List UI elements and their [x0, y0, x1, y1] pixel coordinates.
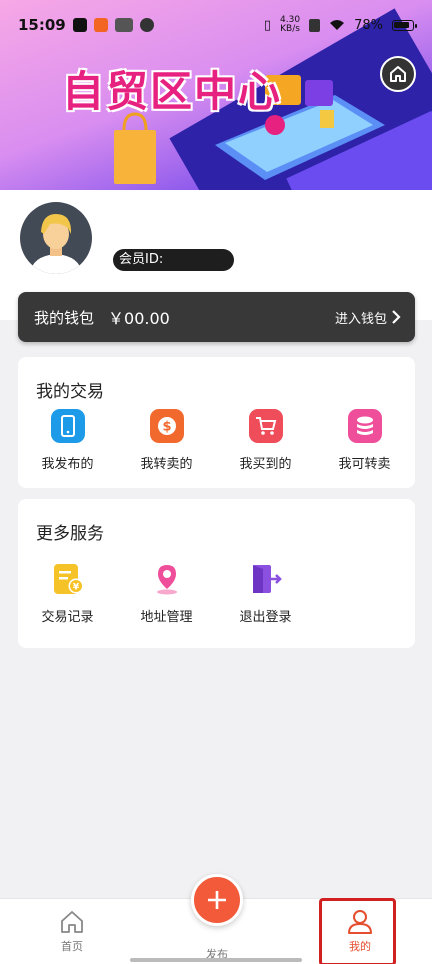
net-speed-unit: KB/s [280, 24, 300, 34]
vibrate-icon: ▯ [263, 17, 272, 33]
svg-text:$: $ [162, 420, 171, 435]
record-icon: ¥ [51, 562, 85, 596]
trade-item-resold[interactable]: $ 我转卖的 [117, 409, 216, 472]
banner-title: 自贸区中心 [62, 67, 283, 116]
trade-item-resellable[interactable]: 我可转卖 [315, 409, 414, 472]
svg-text:¥: ¥ [72, 583, 79, 593]
service-item-logout[interactable]: 退出登录 [216, 562, 315, 625]
trade-item-bought[interactable]: 我买到的 [216, 409, 315, 472]
trade-label: 我可转卖 [338, 457, 391, 472]
enter-wallet-link[interactable]: 进入钱包 [335, 308, 401, 327]
active-tab-highlight [319, 898, 396, 964]
trade-label: 我买到的 [239, 457, 292, 472]
shopping-bag-illustration [114, 112, 156, 184]
member-id-badge: 会员ID: [113, 249, 234, 271]
location-pin-icon [150, 562, 184, 596]
sim-icon [309, 18, 321, 32]
trade-item-published[interactable]: 我发布的 [18, 409, 117, 472]
service-label: 交易记录 [41, 610, 94, 625]
home-icon [390, 66, 406, 82]
tiktok-icon [72, 18, 87, 32]
wallet-bar[interactable]: 我的钱包 ￥00.00 进入钱包 [18, 292, 415, 342]
trade-label: 我发布的 [41, 457, 94, 472]
cart-icon [248, 409, 283, 443]
tab-home[interactable]: 首页 [32, 909, 112, 954]
service-item-address[interactable]: 地址管理 [117, 562, 216, 625]
wallet-label: 我的钱包 [34, 308, 95, 327]
app-notification-icon [93, 18, 108, 32]
enter-wallet-label: 进入钱包 [334, 311, 387, 327]
more-services-card: 更多服务 ¥ 交易记录 地址管理 退出登录 [18, 499, 415, 648]
service-label: 地址管理 [140, 610, 193, 625]
logout-icon [249, 562, 283, 596]
plus-icon [208, 891, 226, 909]
more-services-title: 更多服务 [36, 524, 104, 544]
status-bar: 15:09 ▯ 4.30 KB/s 78% [0, 0, 432, 50]
status-time: 15:09 [18, 16, 66, 34]
publish-button[interactable] [191, 874, 243, 926]
app-notification-icon [114, 18, 133, 32]
home-tab-icon [61, 911, 83, 933]
user-avatar-icon [30, 214, 82, 274]
my-trades-card: 我的交易 我发布的 $ 我转卖的 我买到的 我可转卖 [18, 357, 415, 488]
network-speed: 4.30 KB/s [280, 16, 300, 34]
chevron-right-icon [392, 310, 401, 324]
dollar-icon: $ [149, 409, 184, 443]
database-icon [347, 409, 382, 443]
wallet-balance: ￥00.00 [108, 309, 170, 328]
home-button[interactable] [380, 56, 416, 92]
my-trades-title: 我的交易 [36, 382, 104, 402]
more-services-grid: ¥ 交易记录 地址管理 退出登录 [18, 562, 415, 625]
fan-icon [139, 18, 154, 32]
tab-home-label: 首页 [61, 940, 83, 953]
service-item-records[interactable]: ¥ 交易记录 [18, 562, 117, 625]
phone-icon [50, 409, 85, 443]
battery-icon [392, 19, 417, 31]
battery-percent: 78% [354, 17, 383, 33]
my-trades-grid: 我发布的 $ 我转卖的 我买到的 我可转卖 [18, 409, 415, 472]
wifi-icon [330, 20, 345, 30]
trade-label: 我转卖的 [140, 457, 193, 472]
home-indicator[interactable] [130, 958, 302, 962]
avatar[interactable] [20, 202, 92, 274]
service-label: 退出登录 [239, 610, 292, 625]
